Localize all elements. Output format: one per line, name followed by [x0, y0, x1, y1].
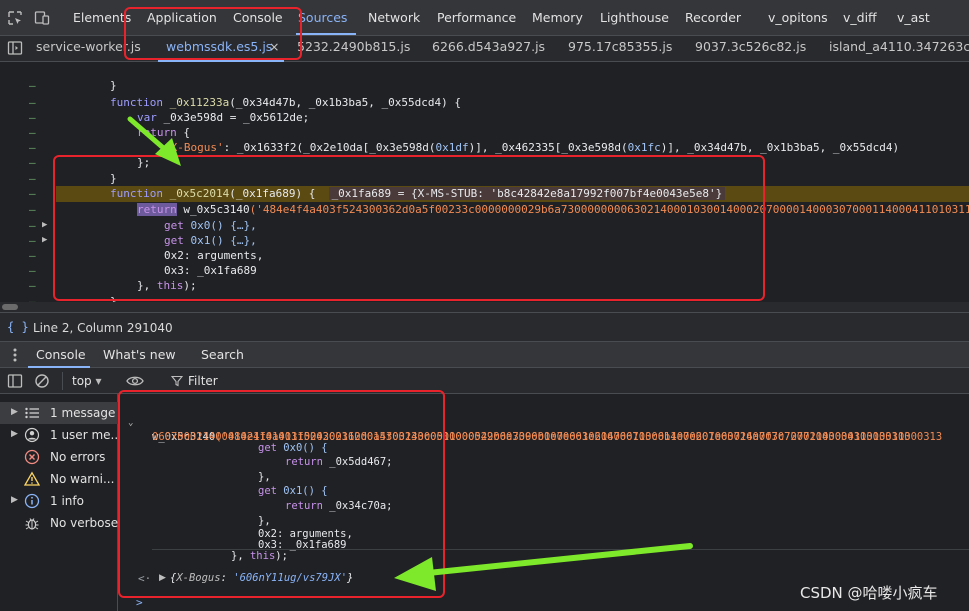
tab-lighthouse[interactable]: Lighthouse [600, 10, 669, 25]
list-icon [25, 407, 39, 419]
csdn-watermark: CSDN @哈喽小疯车 [800, 584, 938, 602]
toolbar-divider [62, 372, 63, 390]
active-tab-indicator [296, 33, 356, 35]
sidebar-item-warnings[interactable]: No warni... [0, 468, 118, 490]
live-expression-eye-icon[interactable] [126, 374, 144, 388]
file-tab-975[interactable]: 975.17c85355.js [568, 39, 672, 54]
toggle-navigator-icon[interactable] [7, 40, 23, 56]
tab-network[interactable]: Network [368, 10, 420, 25]
warning-icon [24, 471, 40, 486]
sidebar-item-errors[interactable]: No errors [0, 446, 118, 468]
code-line: – var _0x3e598d = _0x5612de; [29, 111, 310, 124]
bug-icon [25, 518, 39, 530]
tab-memory[interactable]: Memory [532, 10, 583, 25]
context-selector[interactable]: top ▾ [72, 374, 102, 388]
file-tab-6266[interactable]: 6266.d543a927.js [432, 39, 545, 54]
info-icon [24, 493, 40, 509]
tab-performance[interactable]: Performance [437, 10, 516, 25]
expand-arrow-icon[interactable]: ▶ [11, 495, 18, 505]
code-line: –} [29, 79, 117, 92]
drawer-tab-console[interactable]: Console [36, 347, 86, 362]
drawer-tab-whats-new[interactable]: What's new [103, 347, 176, 362]
file-tab-island[interactable]: island_a4110.347263c1. [829, 39, 969, 54]
clear-console-icon[interactable] [34, 373, 50, 389]
error-icon [24, 449, 40, 465]
tab-v-opitons[interactable]: v_opitons [768, 10, 828, 25]
annotation-box-code [53, 155, 765, 301]
user-icon [24, 427, 40, 443]
scrollbar-thumb[interactable] [2, 304, 18, 310]
expand-arrow-icon[interactable]: ▶ [11, 429, 18, 439]
sidebar-item-user-messages[interactable]: ▶ 1 user me... [0, 424, 118, 446]
annotation-box-tabs [124, 7, 302, 60]
drawer-tabbar: Console What's new Search [0, 342, 969, 368]
tab-recorder[interactable]: Recorder [685, 10, 741, 25]
console-filter-input[interactable]: Filter [188, 374, 218, 388]
code-line: – function _0x11233a(_0x34d47b, _0x1b3ba5… [29, 96, 462, 109]
file-tab-5232[interactable]: 5232.2490b815.js [297, 39, 410, 54]
code-line: – return { [29, 126, 190, 139]
pretty-print-icon[interactable]: { } [7, 320, 29, 334]
drawer-tab-search[interactable]: Search [201, 347, 244, 362]
editor-status-bar: { } Line 2, Column 291040 [0, 312, 969, 342]
annotation-box-console [118, 390, 445, 598]
code-line: – 'X-Bogus': _0x1633f2(_0x2e10da[_0x3e598… [29, 141, 900, 154]
sidebar-item-info[interactable]: ▶ 1 info [0, 490, 118, 512]
drawer-menu-icon[interactable] [7, 347, 23, 363]
horizontal-scrollbar[interactable] [0, 302, 969, 312]
code-line: –}; [29, 156, 151, 169]
sidebar-item-messages[interactable]: ▶ 1 message [0, 402, 118, 424]
tab-v-diff[interactable]: v_diff [843, 10, 877, 25]
console-sidebar: ▶ 1 message ▶ 1 user me... No errors No … [0, 394, 118, 611]
tab-elements[interactable]: Elements [73, 10, 131, 25]
sidebar-item-verbose[interactable]: No verbose [0, 512, 118, 534]
file-tab-9037[interactable]: 9037.3c526c82.js [695, 39, 806, 54]
tab-sources[interactable]: Sources [298, 10, 347, 25]
cursor-position: Line 2, Column 291040 [33, 321, 173, 335]
filter-icon [171, 375, 183, 387]
console-sidebar-toggle-icon[interactable] [7, 373, 23, 389]
expand-arrow-icon[interactable]: ▶ [11, 407, 18, 417]
inspect-element-icon[interactable] [7, 10, 23, 26]
device-toolbar-icon[interactable] [34, 10, 50, 26]
tab-v-ast[interactable]: v_ast [897, 10, 930, 25]
